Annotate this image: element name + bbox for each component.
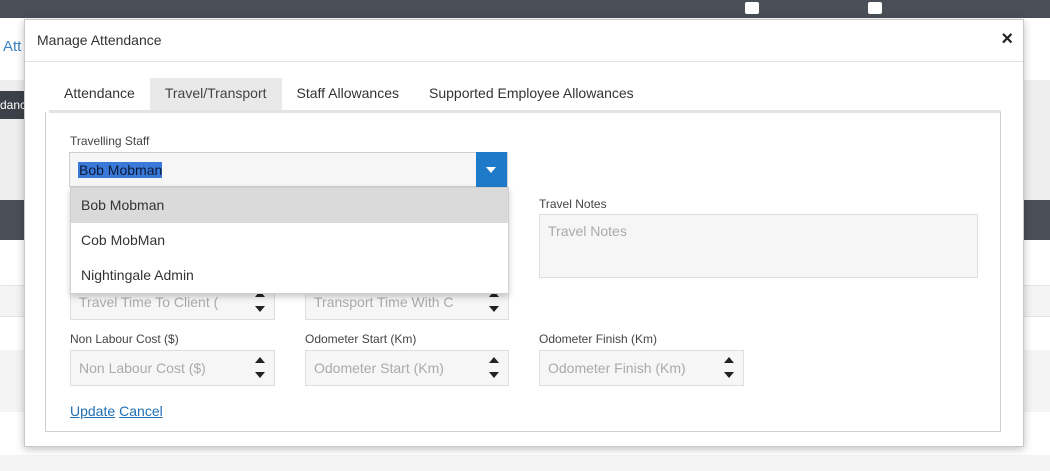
tab-staff-allowances[interactable]: Staff Allowances: [282, 78, 414, 110]
odometer-finish-input[interactable]: Odometer Finish (Km): [539, 350, 744, 386]
dialog-header: Manage Attendance ×: [25, 20, 1023, 62]
non-labour-cost-stepper[interactable]: [254, 355, 266, 381]
dropdown-option[interactable]: Cob MobMan: [71, 223, 508, 258]
travelling-staff-label: Travelling Staff: [70, 134, 150, 148]
odometer-start-placeholder: Odometer Start (Km): [314, 360, 444, 376]
mail-icon: [745, 2, 759, 14]
dropdown-option[interactable]: Bob Mobman: [71, 188, 508, 223]
travelling-staff-dropdown-list: Bob Mobman Cob MobMan Nightingale Admin: [70, 187, 509, 294]
odometer-start-input[interactable]: Odometer Start (Km): [305, 350, 509, 386]
background-footer: [0, 455, 1050, 471]
update-link[interactable]: Update: [70, 403, 115, 419]
travel-notes-textarea[interactable]: Travel Notes: [539, 214, 978, 278]
form-actions: Update Cancel: [70, 403, 167, 419]
dropdown-button[interactable]: [476, 152, 507, 187]
travelling-staff-value: Bob Mobman: [78, 162, 163, 178]
dialog-title: Manage Attendance: [37, 32, 162, 48]
tab-travel-transport[interactable]: Travel/Transport: [149, 78, 282, 110]
non-labour-cost-placeholder: Non Labour Cost ($): [79, 360, 206, 376]
tab-bar: Attendance Travel/Transport Staff Allowa…: [49, 78, 649, 110]
background-top-bar: [0, 0, 1050, 18]
users-icon: [868, 2, 882, 14]
cancel-link[interactable]: Cancel: [119, 403, 163, 419]
tab-attendance[interactable]: Attendance: [49, 78, 150, 110]
travel-time-to-client-placeholder: Travel Time To Client (: [79, 294, 219, 310]
non-labour-cost-input[interactable]: Non Labour Cost ($): [70, 350, 275, 386]
chevron-down-icon: [486, 167, 496, 173]
odometer-finish-placeholder: Odometer Finish (Km): [548, 360, 686, 376]
odometer-finish-label: Odometer Finish (Km): [539, 332, 658, 346]
odometer-start-label: Odometer Start (Km): [305, 332, 417, 346]
odometer-start-stepper[interactable]: [488, 355, 500, 381]
close-icon[interactable]: ×: [1001, 29, 1013, 49]
transport-time-with-client-placeholder: Transport Time With C: [314, 294, 454, 310]
dropdown-option[interactable]: Nightingale Admin: [71, 258, 508, 293]
travel-notes-label: Travel Notes: [539, 197, 607, 211]
background-link[interactable]: Att: [3, 38, 21, 55]
non-labour-cost-label: Non Labour Cost ($): [70, 332, 179, 346]
tab-supported-employee-allowances[interactable]: Supported Employee Allowances: [414, 78, 649, 110]
travelling-staff-select[interactable]: Bob Mobman: [69, 152, 508, 187]
odometer-finish-stepper[interactable]: [723, 355, 735, 381]
